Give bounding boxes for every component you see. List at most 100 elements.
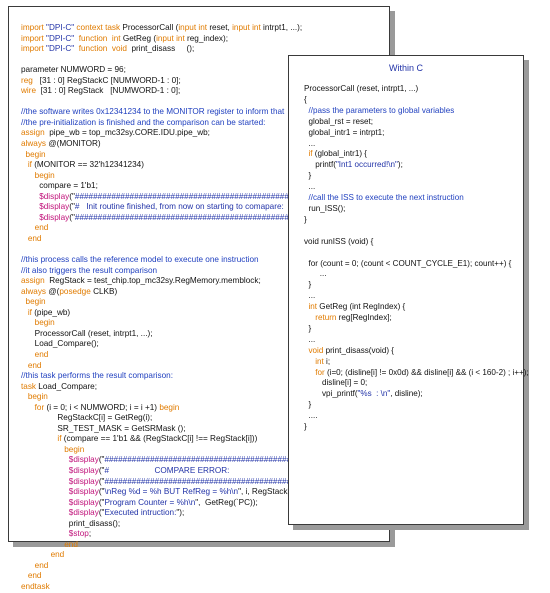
code-line: ...: [304, 335, 519, 346]
code-token: (i=0; (disline[i] != 0x0d) && disline[i]…: [326, 367, 529, 377]
code-token: \nReg %d = %h BUT RefReg = %h\n: [104, 487, 239, 497]
code-token: void runISS (void) {: [304, 236, 374, 246]
code-token: ProcessorCall (reset, intrpt1, ...): [304, 84, 419, 93]
code-token: CLKB): [93, 286, 118, 296]
code-token: }: [304, 280, 312, 290]
code-token: end: [21, 360, 42, 370]
code-token: //this process calls the reference model…: [21, 255, 259, 265]
code-line: end: [21, 571, 385, 582]
code-line: vpi_printf("%s : \n", disline);: [304, 389, 519, 400]
code-token: }: [304, 400, 312, 410]
code-token: Load_Compare;: [38, 381, 98, 391]
code-token: import: [21, 33, 47, 43]
code-token: import: [21, 44, 47, 54]
code-token: always: [21, 286, 49, 296]
code-token: int: [304, 356, 327, 366]
code-line: ProcessorCall (reset, intrpt1, ...): [304, 84, 519, 95]
code-token: //the pre-initialization is finished and…: [21, 117, 266, 127]
code-token: ");: [176, 508, 185, 518]
code-token: run_ISS();: [304, 203, 346, 213]
code-line: import "DPI-C" context task ProcessorCal…: [21, 23, 385, 34]
code-token: $display: [21, 191, 70, 201]
code-token: input int: [232, 23, 264, 32]
code-token: "DPI-C": [46, 44, 79, 54]
code-token: compare = 1'b1;: [21, 181, 98, 191]
code-line: ...: [304, 182, 519, 193]
code-token: (compare == 1'b1 && (RegStackC[i] !== Re…: [63, 434, 258, 444]
code-token: # Init routine finished, from now on sta…: [74, 202, 296, 212]
code-token: end: [21, 233, 42, 243]
c-code-block: ProcessorCall (reset, intrpt1, ...){ //p…: [304, 84, 529, 433]
code-token: Executed intruction:: [104, 508, 177, 518]
code-line: return reg[RegIndex];: [304, 313, 519, 324]
code-token: begin: [21, 149, 46, 159]
code-token: end: [21, 560, 49, 570]
code-token: print_disass();: [21, 518, 121, 528]
code-token: ...: [304, 334, 316, 344]
code-token: "DPI-C": [46, 23, 77, 32]
code-token: print_disass ();: [131, 44, 195, 54]
code-token: parameter NUMWORD = 96;: [21, 65, 126, 75]
code-token: begin: [21, 170, 55, 180]
code-token: }: [304, 422, 307, 432]
code-token: }: [304, 214, 307, 224]
code-line: end: [21, 550, 385, 561]
code-line: run_ISS();: [304, 204, 519, 215]
code-line: }: [304, 400, 519, 411]
code-token: (global_intr1) {: [314, 149, 367, 159]
code-token: $display: [21, 497, 99, 507]
code-token: GetReg (: [122, 33, 157, 43]
code-line: //pass the parameters to global variable…: [304, 106, 519, 117]
code-token: begin: [21, 318, 55, 328]
code-token: for: [21, 402, 47, 412]
code-line: }: [304, 324, 519, 335]
code-token: reset,: [209, 23, 233, 32]
code-token: int: [304, 302, 320, 312]
c-panel-title: Within C: [388, 63, 423, 73]
code-token: $display: [21, 508, 99, 518]
code-line: import "DPI-C" function int GetReg (inpu…: [21, 34, 385, 45]
code-token: //it also triggers the result comparison: [21, 265, 158, 275]
code-line: }: [304, 280, 519, 291]
code-token: ...: [304, 182, 316, 192]
code-token: reg_index);: [187, 33, 228, 43]
code-token: print_disass(void) {: [325, 345, 394, 355]
code-token: assign: [21, 128, 50, 138]
code-token: [31 : 0] RegStackC [NUMWORD-1 : 0];: [39, 75, 181, 85]
code-token: "DPI-C": [46, 33, 79, 43]
code-token: (MONITOR == 32'h12341234): [34, 160, 144, 170]
code-token: ;: [88, 529, 92, 539]
code-line: int i;: [304, 357, 519, 368]
code-line: for (i=0; (disline[i] != 0x0d) && dislin…: [304, 367, 528, 379]
code-token: posedge: [59, 286, 94, 296]
c-code-panel: Within C ProcessorCall (reset, intrpt1, …: [288, 55, 529, 525]
code-token: //this task performs the result comparis…: [21, 371, 173, 381]
code-token: RegStack = test_chip.top_mc32sy.RegMemor…: [49, 276, 261, 286]
code-token: }: [304, 323, 312, 333]
code-line: global_rst = reset;: [304, 117, 519, 128]
code-token: $stop: [21, 529, 89, 539]
code-line: int GetReg (int RegIndex) {: [304, 302, 519, 313]
code-line: }: [304, 215, 519, 226]
code-token: {: [304, 94, 307, 104]
code-token: function int: [78, 33, 123, 43]
code-token: assign: [21, 276, 50, 286]
code-token: (pipe_wb): [34, 307, 71, 317]
code-token: printf(: [304, 160, 336, 170]
code-token: if: [21, 307, 35, 317]
code-token: for: [304, 367, 327, 377]
code-token: global_intr1 = intrpt1;: [304, 127, 385, 137]
code-token: ", GetReg(`PC));: [195, 497, 258, 507]
code-token: input int: [178, 23, 210, 32]
code-token: //pass the parameters to global variable…: [304, 105, 455, 115]
code-token: , disline);: [390, 389, 423, 399]
code-token: );: [397, 160, 403, 170]
code-line: ...: [304, 269, 519, 280]
code-token: for (count = 0; (count < COUNT_CYCLE_E1)…: [304, 258, 512, 268]
code-token: //the software writes 0x12341234 to the …: [21, 107, 285, 117]
code-token: [31 : 0] RegStack [NUMWORD-1 : 0];: [40, 86, 181, 96]
code-token: (i = 0; i < NUMWORD; i = i +1): [46, 402, 160, 412]
code-line: import "DPI-C" function void print_disas…: [21, 44, 385, 55]
code-token: void: [304, 345, 326, 355]
